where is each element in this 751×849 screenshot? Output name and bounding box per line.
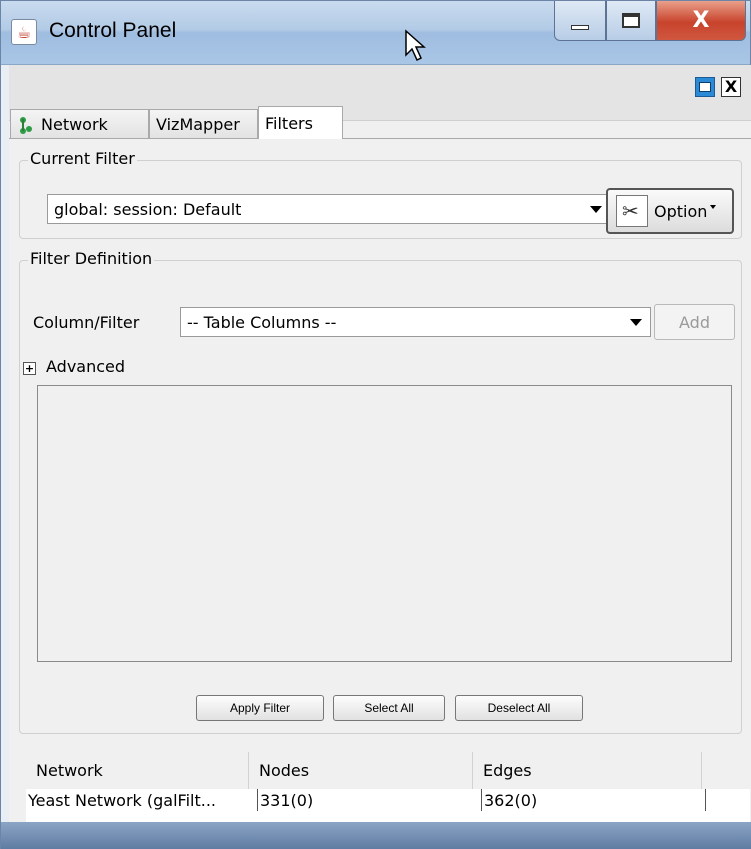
- minimize-button[interactable]: [554, 1, 606, 41]
- tab-vizmapper-label: VizMapper: [156, 115, 240, 134]
- float-panel-icon[interactable]: [695, 77, 715, 97]
- table-header-edges[interactable]: Edges: [473, 752, 702, 789]
- advanced-filter-area[interactable]: [37, 385, 732, 662]
- control-panel: X Network VizMapper Filters Current Filt…: [9, 65, 751, 822]
- window-close-button[interactable]: X: [656, 1, 746, 41]
- filter-definition-group: Filter Definition Column/Filter -- Table…: [19, 249, 742, 734]
- network-icon: [17, 116, 33, 134]
- column-filter-select[interactable]: -- Table Columns --: [180, 307, 651, 337]
- tab-network-label: Network: [41, 115, 108, 134]
- current-filter-value: global: session: Default: [54, 199, 242, 219]
- current-filter-select[interactable]: global: session: Default: [47, 194, 611, 224]
- table-cell-edges[interactable]: 362(0): [482, 789, 706, 811]
- deselect-all-button[interactable]: Deselect All: [455, 695, 583, 721]
- desktop-strip: [1, 822, 751, 849]
- title-bar[interactable]: ☕ Control Panel X: [1, 1, 750, 65]
- advanced-label[interactable]: Advanced: [46, 357, 125, 376]
- table-cell-nodes[interactable]: 331(0): [258, 789, 482, 811]
- minimize-icon: [571, 25, 589, 30]
- tab-filters-label: Filters: [265, 113, 313, 133]
- column-filter-label: Column/Filter: [33, 313, 140, 332]
- chevron-down-icon: [630, 319, 642, 326]
- expand-advanced-icon[interactable]: +: [23, 362, 36, 375]
- window-title: Control Panel: [49, 19, 177, 42]
- select-all-button[interactable]: Select All: [333, 695, 445, 721]
- table-cell-network[interactable]: Yeast Network (galFilt...: [26, 789, 258, 811]
- tab-filters[interactable]: Filters: [258, 106, 343, 139]
- current-filter-group: Current Filter global: session: Default …: [19, 149, 742, 239]
- mouse-cursor-icon: [405, 29, 426, 62]
- table-header-filler: [702, 752, 750, 789]
- apply-filter-button[interactable]: Apply Filter: [196, 695, 324, 721]
- scissors-icon: [616, 195, 648, 227]
- add-button[interactable]: Add: [654, 304, 735, 340]
- maximize-icon: [622, 13, 640, 28]
- current-filter-title: Current Filter: [28, 149, 137, 168]
- java-app-icon: ☕: [11, 19, 37, 45]
- panel-close-icon[interactable]: X: [721, 77, 741, 97]
- chevron-down-icon: [590, 206, 602, 213]
- option-label: Option: [654, 201, 708, 221]
- control-panel-window: ☕ Control Panel X X Network VizMapper Fi…: [0, 0, 751, 849]
- filter-definition-title: Filter Definition: [28, 249, 155, 268]
- tab-bar: Network VizMapper Filters: [9, 106, 751, 139]
- network-table: Network Nodes Edges Yeast Network (galFi…: [26, 752, 750, 822]
- close-icon: X: [692, 8, 710, 33]
- tab-network[interactable]: Network: [10, 109, 149, 139]
- column-filter-value: -- Table Columns --: [187, 312, 337, 332]
- caret-down-icon: [710, 205, 717, 209]
- option-button[interactable]: Option: [606, 188, 734, 234]
- filters-tab-content: Current Filter global: session: Default …: [9, 138, 751, 822]
- table-header-nodes[interactable]: Nodes: [249, 752, 473, 789]
- tab-vizmapper[interactable]: VizMapper: [149, 109, 258, 139]
- maximize-button[interactable]: [606, 1, 656, 41]
- table-header-network[interactable]: Network: [26, 752, 249, 789]
